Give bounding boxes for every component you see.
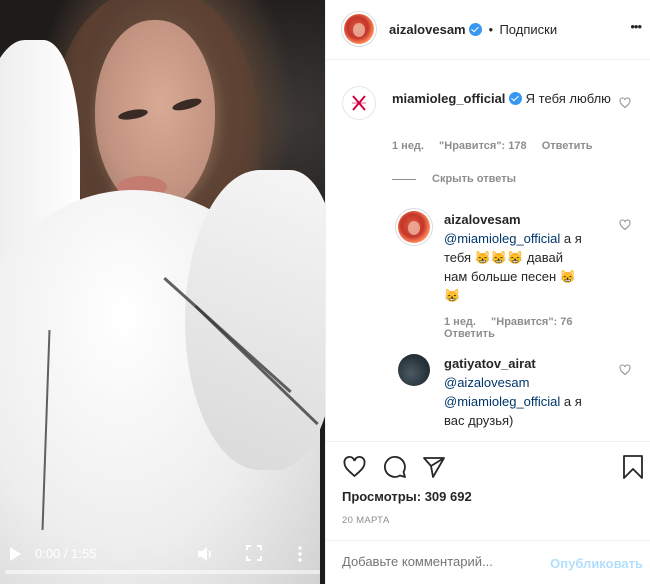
video-controls: 0:00 / 1:55 xyxy=(0,532,325,584)
reply-age: 1 нед. xyxy=(444,316,476,328)
add-comment-bar: Опубликовать xyxy=(326,540,650,584)
share-icon[interactable] xyxy=(422,455,446,479)
separator-dot: • xyxy=(488,23,493,37)
like-heart-icon[interactable] xyxy=(619,97,631,109)
post-date[interactable]: 20 МАРТА xyxy=(342,515,390,526)
emoji: 😸 xyxy=(444,288,461,303)
avatar[interactable] xyxy=(342,86,376,120)
reply-button[interactable]: Ответить xyxy=(444,328,495,340)
like-heart-icon[interactable] xyxy=(619,219,631,231)
more-options-icon[interactable] xyxy=(296,545,304,563)
more-options-icon[interactable]: ••• xyxy=(630,19,642,34)
like-heart-icon[interactable] xyxy=(619,364,631,376)
reply-text: давай xyxy=(523,250,563,265)
post-actions: Просмотры: 309 692 20 МАРТА xyxy=(326,441,650,541)
post-author-username[interactable]: aizalovesam xyxy=(389,22,466,37)
reply-text: нам больше песен xyxy=(444,269,557,284)
publish-button[interactable]: Опубликовать xyxy=(550,556,643,571)
emoji: 😸 xyxy=(507,250,524,265)
comment-meta: 1 нед. "Нравится": 178 Ответить xyxy=(392,140,605,152)
mention-link[interactable]: @miamioleg_official xyxy=(444,394,560,409)
comment-age: 1 нед. xyxy=(392,140,424,152)
hide-replies-label: Скрыть ответы xyxy=(432,173,516,185)
avatar[interactable] xyxy=(398,211,430,243)
comment-input[interactable] xyxy=(342,554,532,569)
reply-text: а я xyxy=(560,394,582,409)
post-header: aizalovesam • Подписки ••• xyxy=(326,0,650,60)
comment-body: miamioleg_official Я тебя люблю xyxy=(392,89,612,108)
video-frame-hood xyxy=(185,170,325,470)
reply-meta: 1 нед. "Нравится": 76 Ответить xyxy=(444,316,650,340)
emoji: 😸 xyxy=(474,250,491,265)
video-player[interactable]: 0:00 / 1:55 xyxy=(0,0,325,584)
save-bookmark-icon[interactable] xyxy=(622,454,644,480)
reply-text: а я xyxy=(560,231,582,246)
play-icon[interactable] xyxy=(8,546,22,562)
comment-text: Я тебя люблю xyxy=(525,91,611,106)
reply-button[interactable]: Ответить xyxy=(542,140,593,152)
reply-body: aizalovesam @miamioleg_official а я тебя… xyxy=(444,210,612,305)
avatar[interactable] xyxy=(398,354,430,386)
follow-status-button[interactable]: Подписки xyxy=(499,22,557,37)
verified-badge-icon xyxy=(509,92,523,105)
post-panel: aizalovesam • Подписки ••• miamioleg_off… xyxy=(325,0,650,584)
reply-username[interactable]: gatiyatov_airat xyxy=(444,356,536,371)
verified-badge-icon xyxy=(469,23,483,36)
avatar[interactable] xyxy=(344,14,374,44)
divider xyxy=(392,178,416,180)
miami-logo-icon xyxy=(352,95,366,111)
reply-text: тебя xyxy=(444,250,472,265)
video-progress-bar[interactable] xyxy=(5,570,320,574)
volume-icon[interactable] xyxy=(196,545,214,563)
fullscreen-icon[interactable] xyxy=(246,545,262,561)
reply-likes[interactable]: "Нравится": 76 xyxy=(491,316,572,328)
like-heart-icon[interactable] xyxy=(342,455,367,479)
emoji: 😸 xyxy=(559,269,576,284)
video-time: 0:00 / 1:55 xyxy=(35,546,97,561)
mention-link[interactable]: @miamioleg_official xyxy=(444,231,560,246)
reply-text: вас друзья) xyxy=(444,413,514,428)
reply-username[interactable]: aizalovesam xyxy=(444,212,521,227)
comment-icon[interactable] xyxy=(383,455,407,479)
comment-username[interactable]: miamioleg_official xyxy=(392,91,505,106)
reply-body: gatiyatov_airat @aizalovesam @miamioleg_… xyxy=(444,354,612,430)
emoji: 😸 xyxy=(490,250,508,265)
mention-link[interactable]: @aizalovesam xyxy=(444,375,529,390)
views-count[interactable]: Просмотры: 309 692 xyxy=(342,489,472,504)
comment-likes[interactable]: "Нравится": 178 xyxy=(439,140,527,152)
hide-replies-toggle[interactable]: Скрыть ответы xyxy=(392,173,516,185)
